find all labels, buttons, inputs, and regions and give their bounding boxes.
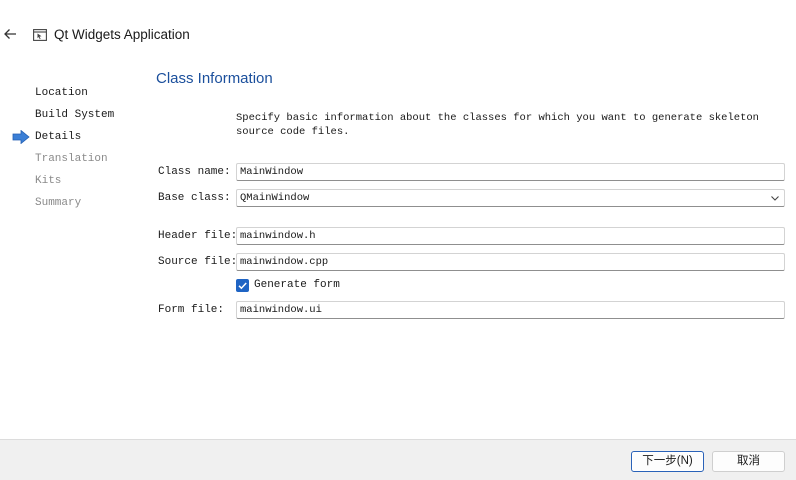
header-file-input[interactable]: mainwindow.h xyxy=(236,227,785,245)
chevron-down-icon xyxy=(771,196,779,201)
page-description: Specify basic information about the clas… xyxy=(236,112,759,138)
form-file-label: Form file: xyxy=(158,304,225,316)
next-button[interactable]: 下一步(N) xyxy=(631,451,704,472)
window-icon xyxy=(33,29,47,41)
header-file-label: Header file: xyxy=(158,230,238,242)
title-bar: ✕ Qt Widgets Application xyxy=(0,0,796,70)
base-class-label: Base class: xyxy=(158,192,231,204)
step-translation: Translation xyxy=(35,153,108,165)
button-bar: 下一步(N) 取消 xyxy=(0,439,796,480)
back-arrow-icon[interactable] xyxy=(3,27,17,41)
form-file-input[interactable]: mainwindow.ui xyxy=(236,301,785,319)
close-icon[interactable]: ✕ xyxy=(772,0,784,5)
checkmark-icon xyxy=(238,282,247,290)
source-file-label: Source file: xyxy=(158,256,238,268)
step-location: Location xyxy=(35,87,88,99)
base-class-combobox[interactable]: QMainWindow xyxy=(236,189,785,207)
step-kits: Kits xyxy=(35,175,62,187)
generate-form-label: Generate form xyxy=(254,279,340,291)
class-name-label: Class name: xyxy=(158,166,231,178)
class-name-input[interactable]: MainWindow xyxy=(236,163,785,181)
current-step-arrow-icon xyxy=(12,130,30,144)
cancel-button[interactable]: 取消 xyxy=(712,451,785,472)
window-title: Qt Widgets Application xyxy=(54,27,190,42)
source-file-input[interactable]: mainwindow.cpp xyxy=(236,253,785,271)
page-title: Class Information xyxy=(156,70,273,87)
base-class-value: QMainWindow xyxy=(240,192,310,204)
step-build-system: Build System xyxy=(35,109,115,121)
generate-form-checkbox[interactable] xyxy=(236,279,249,292)
step-details: Details xyxy=(35,131,82,143)
step-summary: Summary xyxy=(35,197,82,209)
